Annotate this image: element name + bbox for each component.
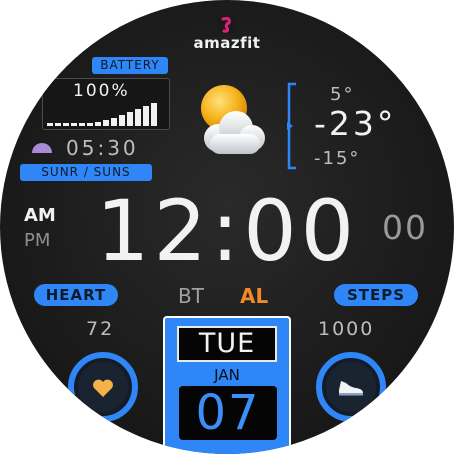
time-hours-minutes: 12:00 [96,182,359,280]
month: JAN [214,366,240,384]
alarm-status: AL [240,284,269,308]
day: 07 [195,385,261,441]
sun-time: 05:30 [66,136,139,160]
heart-label: HEART [34,284,118,306]
temperature-bracket-icon [287,82,296,170]
battery-percent: 100% [73,81,130,101]
battery-gauge: 100% [42,78,170,130]
heart-icon [93,379,113,397]
battery-label: BATTERY [92,57,168,74]
weekday-box: TUE [177,326,277,362]
brand-name: amazfit [193,34,261,52]
weekday: TUE [198,328,256,359]
weather-current: -23° [314,104,397,143]
time-am-indicator: AM [24,205,56,226]
shoe-icon [339,381,363,396]
time-pm-indicator: PM [24,230,51,251]
steps-label: STEPS [334,284,418,306]
weather-low: -15° [314,148,361,169]
day-box: 07 [179,386,277,440]
battery-level-bars [47,103,157,126]
weather-high: 5° [330,84,355,105]
partly-cloudy-icon [188,82,274,166]
brand-logo [215,12,239,36]
steps-value: 1000 [318,318,375,340]
steps-ring [314,350,388,424]
sun-horizon-icon [30,139,54,153]
watch-face: amazfit BATTERY 100% 05:30 SUNR / SUNS 5… [0,0,454,454]
date-panel: TUE JAN 07 [163,316,291,454]
time-seconds: 00 [382,208,428,247]
bt-status: BT [178,284,204,308]
heart-ring [66,350,140,424]
amazfit-logo-icon [217,14,237,34]
sun-label: SUNR / SUNS [20,164,152,181]
heart-value: 72 [86,318,115,340]
